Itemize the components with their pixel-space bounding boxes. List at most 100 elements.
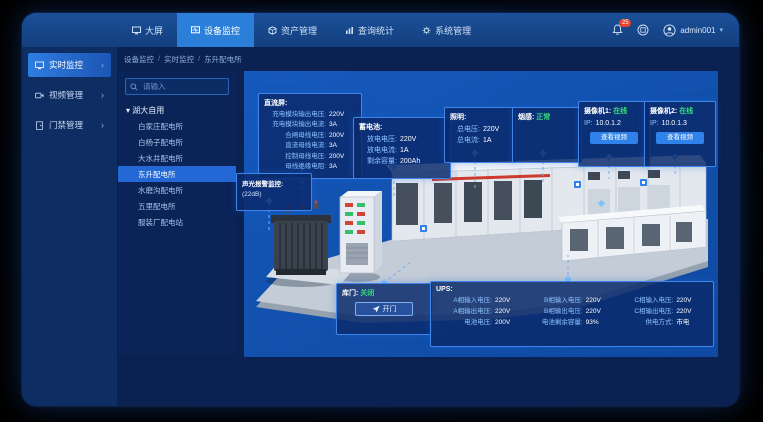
row-value: 3A (329, 142, 337, 149)
view-video-button[interactable]: 查看视频 (590, 132, 638, 144)
sidebar-item-access-control[interactable]: 门禁管理 › (28, 113, 111, 137)
dc-screen-panel: 直流屏: 充电模块输出电压:220V 充电模块输出电流:3A 合闸母线电压:20… (258, 93, 362, 179)
lighting-panel: 照明: 总电压:220V 总电流:1A (444, 107, 516, 163)
row-value: 3A (329, 121, 337, 128)
door-panel: 库门: 关闭 开门 (336, 283, 432, 335)
sidebar-label: 实时监控 (49, 59, 83, 71)
row-value: 220V (400, 136, 416, 143)
ups-column-c: C相输入电压:220V C相输出电压:220V 供电方式:市电 (617, 295, 708, 328)
station-tree-panel: ▾ 湖大自用 白家庄配电所 白杨子配电所 大水井配电所 东升配电所 水磨沟配电所… (118, 71, 236, 355)
tree-root-node[interactable]: ▾ 湖大自用 (118, 102, 236, 118)
fullscreen-icon (637, 24, 649, 36)
panel-title: 直流屏: (264, 98, 356, 108)
door-status: 关闭 (360, 290, 374, 297)
alarm-monitor-panel: 声光报警监控: (22dB) (236, 173, 312, 211)
row-value: 1A (400, 147, 409, 154)
tree-item[interactable]: 大水井配电所 (118, 150, 236, 166)
open-door-button[interactable]: 开门 (355, 302, 413, 316)
row-label: A相输入电压: (436, 295, 492, 306)
gear-icon (422, 26, 431, 35)
tree-search-box (125, 78, 229, 95)
row-label: 充电模块输出电流: (264, 120, 326, 130)
nav-item-dashboard[interactable]: 大屏 (118, 13, 177, 47)
nav-label: 资产管理 (281, 24, 317, 37)
alarm-value: (22dB) (242, 190, 306, 200)
row-label: 总电流: (450, 135, 480, 146)
row-label: 放电电流: (359, 145, 397, 156)
row-label: 剩余容量: (359, 156, 397, 167)
row-value: 220V (495, 297, 510, 304)
chevron-right-icon: › (101, 60, 104, 70)
row-label: 母线绝缘电阻: (264, 162, 326, 172)
camera1-panel: 摄像机1: 在线 IP:10.0.1.2 查看视频 (578, 101, 650, 167)
panel-title: 蓄电池: (359, 122, 445, 132)
ip-label: IP: (650, 118, 659, 129)
breadcrumb-segment[interactable]: 东升配电所 (204, 54, 242, 65)
view-video-button[interactable]: 查看视频 (656, 132, 704, 144)
sidebar: 实时监控 › 视频管理 › 门禁管理 › (22, 47, 117, 406)
nav-label: 查询统计 (358, 24, 394, 37)
camera2-panel: 摄像机2: 在线 IP:10.0.1.3 查看视频 (644, 101, 716, 167)
monitor-icon (191, 26, 200, 35)
nav-label: 大屏 (145, 24, 163, 37)
tree-item[interactable]: 白杨子配电所 (118, 134, 236, 150)
nav-item-device-monitor[interactable]: 设备监控 (177, 13, 254, 47)
nav-label: 系统管理 (435, 24, 471, 37)
row-label: B相输出电压: (527, 306, 583, 317)
ip-value: 10.0.1.3 (662, 120, 687, 127)
battery-panel: 蓄电池: 放电电压:220V 放电电流:1A 剩余容量:200Ah (353, 117, 451, 179)
chart-icon (345, 26, 354, 35)
nav-item-statistics[interactable]: 查询统计 (331, 13, 408, 47)
panel-title: 摄像机1: (584, 108, 611, 115)
sidebar-item-realtime-monitor[interactable]: 实时监控 › (28, 53, 111, 77)
tree-item[interactable]: 五里配电所 (118, 198, 236, 214)
breadcrumb: 设备监控 / 实时监控 / 东升配电所 (124, 54, 242, 65)
user-menu[interactable]: admin001 ▾ (663, 24, 723, 37)
row-value: 200Ah (400, 158, 420, 165)
notification-bell-button[interactable]: 25 (612, 24, 623, 36)
tree-search-input[interactable] (141, 81, 224, 92)
chevron-right-icon: › (101, 120, 104, 130)
avatar-icon (663, 24, 676, 37)
fullscreen-button[interactable] (637, 24, 649, 36)
row-value: 220V (329, 111, 344, 118)
ups-panel: UPS: A相输入电压:220V A相输出电压:220V 电池电压:200V B… (430, 281, 714, 347)
row-value: 1A (483, 137, 492, 144)
tree-item-selected[interactable]: 东升配电所 (118, 166, 236, 182)
ip-value: 10.0.1.2 (596, 120, 621, 127)
breadcrumb-segment[interactable]: 设备监控 (124, 54, 154, 65)
tree-root-label: 湖大自用 (132, 106, 164, 115)
row-label: C相输入电压: (617, 295, 673, 306)
camera1-status: 在线 (613, 108, 627, 115)
row-label: 总电压: (450, 124, 480, 135)
row-label: 控制母线电压: (264, 152, 326, 162)
sidebar-item-video-manage[interactable]: 视频管理 › (28, 83, 111, 107)
scene-viewport[interactable]: 直流屏: 充电模块输出电压:220V 充电模块输出电流:3A 合闸母线电压:20… (244, 71, 718, 357)
row-value: 220V (495, 308, 510, 315)
row-label: 电池剩余容量: (527, 317, 583, 328)
row-value: 市电 (676, 319, 689, 326)
chevron-down-icon: ▾ (719, 26, 723, 34)
panel-title: UPS: (436, 286, 708, 293)
nav-item-assets[interactable]: 资产管理 (254, 13, 331, 47)
monitor-icon (35, 61, 44, 70)
row-value: 220V (586, 297, 601, 304)
box-icon (268, 26, 277, 35)
tree-item[interactable]: 白家庄配电所 (118, 118, 236, 134)
row-value: 200V (329, 132, 344, 139)
row-value: 93% (586, 319, 599, 326)
app-window: 大屏 设备监控 资产管理 查询统计 系统管理 25 (22, 13, 739, 406)
open-door-icon (372, 305, 380, 313)
row-label: 合闸母线电压: (264, 131, 326, 141)
row-label: 直流母线电流: (264, 141, 326, 151)
ups-columns: A相输入电压:220V A相输出电压:220V 电池电压:200V B相输入电压… (436, 295, 708, 328)
breadcrumb-segment[interactable]: 实时监控 (164, 54, 194, 65)
row-value: 200V (329, 153, 344, 160)
ups-column-b: B相输入电压:220V B相输出电压:220V 电池剩余容量:93% (527, 295, 618, 328)
tree-item[interactable]: 水磨沟配电所 (118, 182, 236, 198)
nav-label: 设备监控 (204, 24, 240, 37)
tree-item[interactable]: 服装厂配电站 (118, 214, 236, 230)
row-label: 放电电压: (359, 134, 397, 145)
row-label: 供电方式: (617, 317, 673, 328)
nav-item-system[interactable]: 系统管理 (408, 13, 485, 47)
